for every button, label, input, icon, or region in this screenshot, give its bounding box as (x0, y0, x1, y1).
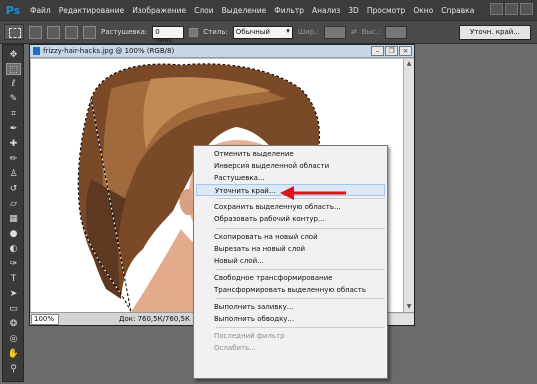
width-label: Шир.: (297, 28, 319, 36)
close-button[interactable] (520, 3, 533, 15)
menu-file[interactable]: Файл (26, 6, 55, 15)
clone-stamp-icon[interactable]: ♙ (6, 168, 21, 180)
scroll-down-icon[interactable]: ▼ (404, 302, 414, 312)
3d-orbit-icon[interactable]: ◎ (6, 333, 21, 345)
scroll-up-icon[interactable]: ▲ (404, 59, 414, 69)
intersect-selection-icon[interactable] (83, 25, 96, 39)
ctx-save-selection[interactable]: Сохранить выделенную область... (194, 201, 387, 213)
menu-separator (216, 268, 385, 270)
ctx-make-work-path[interactable]: Образовать рабочий контур... (194, 213, 387, 225)
zoom-tool-icon[interactable]: ⚲ (6, 363, 21, 375)
eyedropper-tool-icon[interactable]: ✒ (6, 123, 21, 135)
path-select-icon[interactable]: ➤ (6, 288, 21, 300)
type-tool-icon[interactable]: T (6, 273, 21, 285)
doc-close-button[interactable]: × (399, 46, 412, 56)
ctx-inverse[interactable]: Инверсия выделенной области (194, 160, 387, 172)
subtract-selection-icon[interactable] (65, 25, 78, 39)
menu-help[interactable]: Справка (437, 6, 478, 15)
options-bar: Растушевка: 0 пикс. Стиль: Обычный Шир.:… (0, 20, 537, 44)
doc-restore-button[interactable]: ❐ (385, 46, 398, 56)
menu-analysis[interactable]: Анализ (308, 6, 344, 15)
quick-select-tool-icon[interactable]: ✎ (6, 93, 21, 105)
shape-tool-icon[interactable]: ▭ (6, 303, 21, 315)
file-icon (33, 47, 40, 55)
refine-edge-button[interactable]: Уточн. край... (459, 24, 531, 40)
ctx-stroke[interactable]: Выполнить обводку... (194, 313, 387, 325)
menu-bar: Ps Файл Редактирование Изображение Слои … (0, 0, 537, 20)
dodge-tool-icon[interactable]: ◐ (6, 243, 21, 255)
menu-edit[interactable]: Редактирование (55, 6, 128, 15)
document-title-bar[interactable]: frizzy-hair-hacks.jpg @ 100% (RGB/8) – ❐… (30, 45, 414, 58)
swap-icon[interactable]: ⇄ (351, 28, 357, 36)
style-label: Стиль: (203, 28, 228, 36)
ctx-new-layer[interactable]: Новый слой... (194, 255, 387, 267)
menu-layers[interactable]: Слои (190, 6, 218, 15)
lasso-tool-icon[interactable]: ℓ (6, 78, 21, 90)
document-info[interactable]: Док: 760,5К/760,5К (119, 315, 190, 323)
zoom-input[interactable]: 100% (31, 313, 59, 325)
style-select[interactable]: Обычный (232, 25, 293, 39)
menu-filter[interactable]: Фильтр (270, 6, 308, 15)
vertical-scrollbar[interactable]: ▲ ▼ (403, 59, 414, 312)
height-label: Выс.: (361, 28, 381, 36)
menu-3d[interactable]: 3D (344, 6, 363, 15)
new-selection-icon[interactable] (29, 25, 42, 39)
tool-preset-picker[interactable] (4, 24, 24, 40)
3d-rotate-icon[interactable]: ❂ (6, 318, 21, 330)
marquee-tool-icon[interactable]: ⬚ (6, 63, 21, 75)
history-brush-icon[interactable]: ↺ (6, 183, 21, 195)
ctx-last-filter: Последний фильтр (214, 332, 285, 341)
ctx-fill[interactable]: Выполнить заливку... (194, 301, 387, 313)
minimize-button[interactable] (490, 3, 503, 15)
healing-brush-icon[interactable]: ✚ (6, 138, 21, 150)
ctx-free-transform[interactable]: Свободное трансформирование (194, 272, 387, 284)
ctx-transform-selection[interactable]: Трансформировать выделенную область (194, 284, 387, 296)
ctx-layer-via-copy[interactable]: Скопировать на новый слой (194, 231, 387, 243)
photoshop-logo: Ps (5, 3, 21, 17)
antialias-checkbox[interactable] (189, 27, 199, 37)
menu-window[interactable]: Окно (409, 6, 437, 15)
ctx-deselect[interactable]: Отменить выделение (194, 148, 387, 160)
move-tool-icon[interactable]: ✥ (6, 49, 21, 61)
context-menu: Отменить выделение Инверсия выделенной о… (193, 145, 388, 379)
doc-minimize-button[interactable]: – (371, 46, 384, 56)
gradient-tool-icon[interactable]: ▦ (6, 213, 21, 225)
height-input[interactable] (385, 25, 408, 39)
crop-tool-icon[interactable]: ⌗ (6, 108, 21, 120)
blur-tool-icon[interactable]: ● (6, 228, 21, 240)
window-controls (490, 3, 533, 15)
menu-select[interactable]: Выделение (218, 6, 271, 15)
red-arrow-icon (280, 186, 346, 200)
eraser-tool-icon[interactable]: ▱ (6, 198, 21, 210)
pen-tool-icon[interactable]: ✑ (6, 258, 21, 270)
width-input[interactable] (323, 25, 346, 39)
ctx-fade: Ослабить... (214, 344, 256, 353)
brush-tool-icon[interactable]: ✏ (6, 153, 21, 165)
hand-tool-icon[interactable]: ✋ (6, 348, 21, 360)
document-title: frizzy-hair-hacks.jpg @ 100% (RGB/8) (43, 47, 175, 55)
menu-separator (216, 298, 385, 300)
toolbox: ✥ ⬚ ℓ ✎ ⌗ ✒ ✚ ✏ ♙ ↺ ▱ ▦ ● ◐ ✑ T ➤ ▭ ❂ ◎ … (2, 44, 24, 382)
menu-separator (216, 327, 385, 329)
maximize-button[interactable] (505, 3, 518, 15)
ctx-layer-via-cut[interactable]: Вырезать на новый слой (194, 243, 387, 255)
add-selection-icon[interactable] (47, 25, 60, 39)
menu-image[interactable]: Изображение (128, 6, 190, 15)
feather-label: Растушевка: (101, 28, 148, 36)
feather-input[interactable]: 0 пикс. (152, 25, 185, 44)
menu-separator (216, 227, 385, 229)
menu-view[interactable]: Просмотр (363, 6, 410, 15)
